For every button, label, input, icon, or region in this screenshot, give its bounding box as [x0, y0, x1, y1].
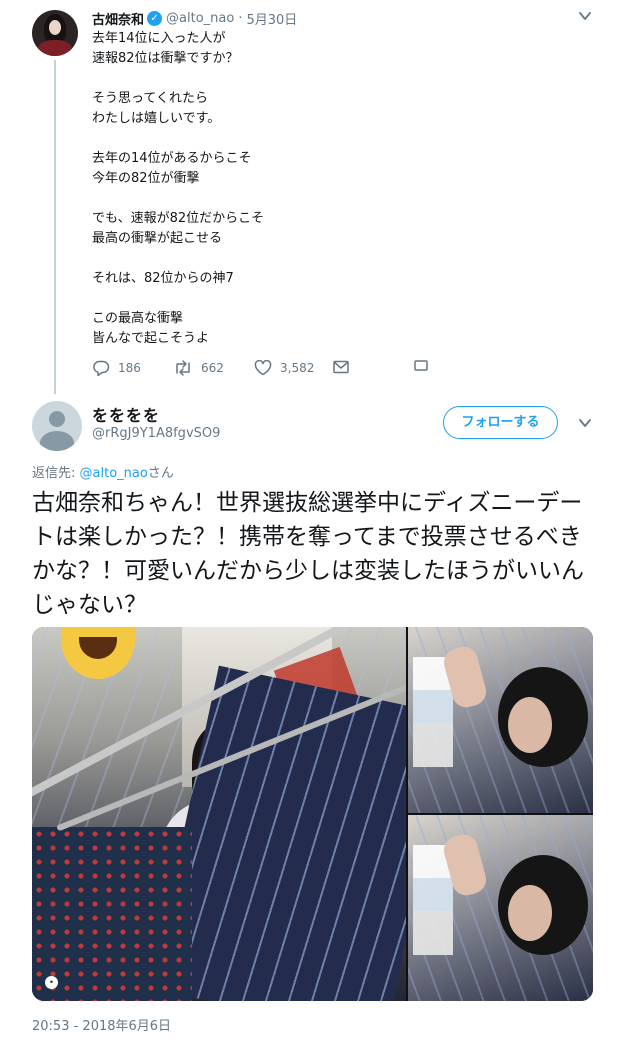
- reply-icon: [93, 360, 110, 376]
- parent-tweet-line: 今年の82位が衝撃: [92, 171, 200, 186]
- parent-handle[interactable]: @alto_nao: [166, 11, 234, 26]
- avatar-dress: [38, 40, 72, 56]
- reply-to-handle-link[interactable]: @alto_nao: [80, 466, 148, 481]
- smiley-emoji-icon: [61, 627, 135, 679]
- retweet-icon: [176, 360, 190, 376]
- reply-to-prefix: 返信先:: [32, 466, 80, 481]
- main-avatar[interactable]: [32, 401, 82, 451]
- parent-tweet-line: 皆んなで起こそうよ: [92, 331, 210, 346]
- dm-action[interactable]: [333, 360, 357, 374]
- thread-line: [54, 60, 56, 394]
- media-photo-top-right[interactable]: [408, 627, 593, 813]
- avatar-face: [49, 20, 61, 35]
- parent-tweet-paragraph: 去年14位に入った人が 速報82位は衝撃ですか？: [92, 29, 562, 69]
- parent-tweet-line: 最高の衝撃が起こせる: [92, 231, 223, 246]
- default-avatar-head: [49, 411, 65, 427]
- verified-badge-icon: ✓: [147, 11, 163, 26]
- main-handle[interactable]: @rRgJ9Y1A8fgvSO9: [92, 426, 220, 441]
- parent-avatar[interactable]: [32, 10, 78, 56]
- photo-face: [508, 697, 552, 753]
- follow-button[interactable]: フォローする: [443, 406, 558, 439]
- heart-icon: [254, 360, 272, 376]
- parent-tweet-line: わたしは嬉しいです。: [92, 111, 221, 126]
- parent-tweet-text: 去年14位に入った人が 速報82位は衝撃ですか？ そう思ってくれたら わたしは嬉しいで…: [92, 29, 562, 369]
- parent-header: 古畑奈和 ✓ @alto_nao · 5月30日: [92, 9, 297, 28]
- chevron-down-icon[interactable]: [578, 416, 592, 430]
- tweet-timestamp[interactable]: 20:53 - 2018年6月6日: [32, 1015, 171, 1034]
- reply-to-suffix: さん: [147, 466, 174, 481]
- parent-tweet-paragraph: でも、速報が82位だからこそ 最高の衝撃が起こせる: [92, 209, 562, 249]
- retweet-count: 662: [201, 361, 224, 375]
- more-box-icon: [414, 360, 428, 371]
- photo-face: [508, 885, 552, 941]
- photo-bag: [32, 827, 192, 1001]
- envelope-icon: [333, 360, 349, 374]
- parent-tweet-line: この最高な衝撃: [92, 311, 184, 326]
- media-photo-left[interactable]: •: [32, 627, 406, 1001]
- main-tweet-text: 古畑奈和ちゃん！世界選抜総選挙中にディズニーデートは楽しかった？！携帯を奪ってま…: [32, 490, 584, 618]
- parent-tweet-paragraph: それは、82位からの神7: [92, 269, 562, 289]
- parent-tweet-line: そう思ってくれたら: [92, 91, 208, 106]
- header-separator: ·: [238, 11, 243, 26]
- reply-count: 186: [118, 361, 141, 375]
- media-photo-bottom-right[interactable]: [408, 815, 593, 1001]
- main-display-name[interactable]: をををを: [92, 402, 160, 426]
- parent-tweet-line: 去年の14位があるからこそ: [92, 151, 252, 166]
- more-action[interactable]: [414, 360, 436, 372]
- parent-tweet-paragraph: 去年の14位があるからこそ 今年の82位が衝撃: [92, 149, 562, 189]
- reply-action[interactable]: 186: [92, 360, 141, 376]
- reply-to-line: 返信先: @alto_naoさん: [32, 462, 174, 481]
- parent-tweet-line: 速報82位は衝撃ですか？: [92, 51, 239, 66]
- parent-tweet-paragraph: この最高な衝撃皆んなで起こそうよ: [92, 309, 562, 349]
- chevron-down-icon[interactable]: [578, 9, 592, 23]
- retweet-action[interactable]: 662: [173, 360, 224, 376]
- parent-tweet-line: でも、速報が82位だからこそ: [92, 211, 265, 226]
- like-count: 3,582: [280, 361, 315, 375]
- emoji-badge-icon: •: [45, 976, 58, 989]
- parent-date[interactable]: 5月30日: [246, 9, 297, 28]
- parent-tweet-line: 去年14位に入った人が: [92, 31, 226, 46]
- parent-tweet-paragraph: そう思ってくれたら わたしは嬉しいです。: [92, 89, 562, 129]
- like-action[interactable]: 3,582: [254, 360, 314, 376]
- default-avatar-body: [40, 431, 74, 451]
- smiley-mouth: [79, 637, 117, 659]
- media-grid: •: [32, 627, 593, 1001]
- parent-tweet-line: それは、82位からの神7: [92, 271, 234, 286]
- parent-display-name[interactable]: 古畑奈和: [92, 9, 144, 28]
